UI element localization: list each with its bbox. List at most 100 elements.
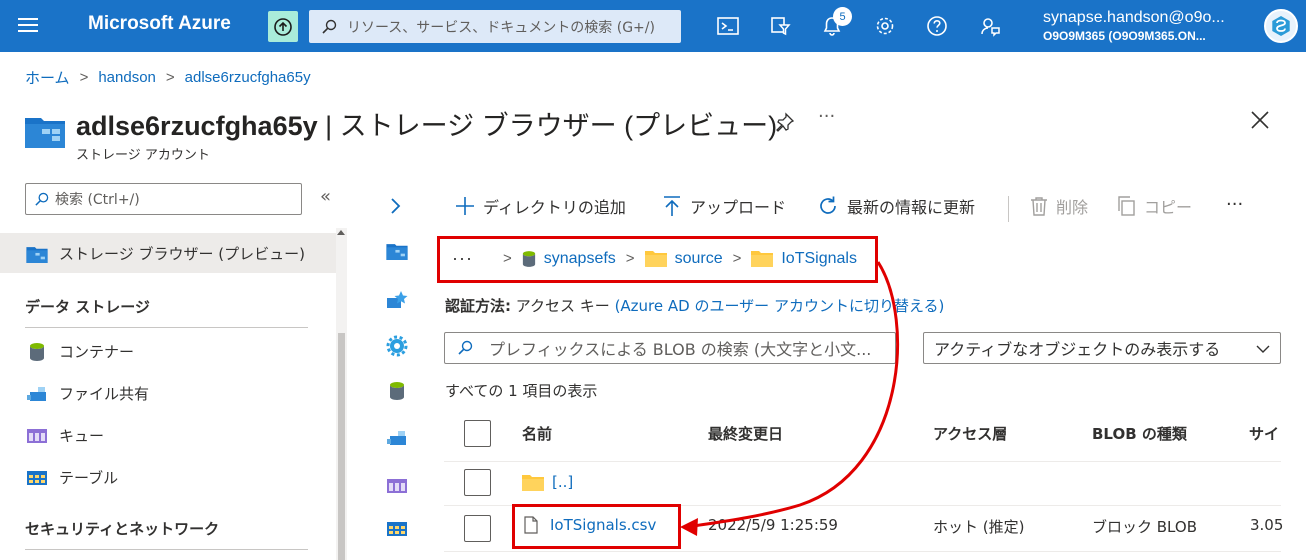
row-size: 3.05 — [1250, 516, 1284, 534]
row-modified: 2022/5/9 1:25:59 — [708, 516, 838, 534]
delete-label: 削除 — [1056, 198, 1089, 217]
scrollbar-thumb[interactable] — [338, 333, 345, 560]
page-title-account: adlse6rzucfgha65y — [76, 111, 318, 141]
add-directory-label: ディレクトリの追加 — [483, 198, 626, 217]
favorites-icon[interactable] — [385, 289, 409, 311]
column-header-modified[interactable]: 最終変更日 — [708, 423, 783, 444]
item-count: すべての 1 項目の表示 — [445, 382, 598, 400]
copy-icon — [1116, 195, 1136, 217]
nav-search-placeholder: 検索 (Ctrl+/) — [55, 192, 140, 208]
sidebar-item-file-shares[interactable]: ファイル共有 — [25, 383, 149, 404]
blob-prefix-search-input[interactable]: プレフィックスによる BLOB の検索 (大文字と小文... — [444, 332, 896, 364]
object-filter-value: アクティブなオブジェクトのみ表示する — [934, 340, 1221, 359]
settings-gear-icon[interactable] — [385, 335, 409, 357]
column-header-tier[interactable]: アクセス層 — [933, 423, 1007, 444]
nav-section-heading: セキュリティとネットワーク — [25, 520, 220, 538]
refresh-button[interactable]: 最新の情報に更新 — [817, 194, 975, 218]
nav-search-input[interactable]: 検索 (Ctrl+/) — [25, 183, 302, 215]
sidebar-item-containers[interactable]: コンテナー — [25, 341, 134, 362]
annotation-box-file — [512, 504, 681, 549]
chevron-down-icon — [1256, 341, 1270, 360]
trash-icon — [1030, 196, 1048, 216]
refresh-icon — [817, 195, 839, 217]
object-filter-dropdown[interactable]: アクティブなオブジェクトのみ表示する — [923, 332, 1281, 364]
gear-icon[interactable] — [873, 14, 897, 38]
account-menu[interactable]: synapse.handson@o9o... O9O9M365 (O9O9M36… — [1043, 9, 1225, 43]
storage-browser-icon — [25, 114, 65, 148]
row-checkbox[interactable] — [464, 469, 491, 496]
row-blob-type: ブロック BLOB — [1092, 518, 1197, 536]
container-icon — [25, 342, 49, 362]
divider — [444, 461, 1281, 462]
auth-label: 認証方法: — [445, 297, 511, 315]
arrow-up-circle-icon — [274, 17, 292, 36]
more-commands-button[interactable]: ··· — [1226, 194, 1243, 215]
queue-icon — [25, 426, 49, 446]
breadcrumb-account[interactable]: adlse6rzucfgha65y — [185, 69, 311, 86]
copy-label: コピー — [1144, 198, 1193, 217]
user-email: synapse.handson@o9o... — [1043, 9, 1225, 26]
column-header-name[interactable]: 名前 — [522, 423, 552, 444]
scroll-up-icon[interactable] — [337, 230, 345, 235]
upload-button[interactable]: アップロード — [662, 194, 786, 218]
column-header-blob-type[interactable]: BLOB の種類 — [1092, 423, 1187, 444]
row-tier: ホット (推定) — [933, 518, 1025, 536]
help-icon[interactable] — [925, 14, 949, 38]
storage-browser-icon[interactable] — [385, 240, 409, 262]
divider — [25, 327, 308, 328]
sidebar-item-label: ストレージ ブラウザー (プレビュー) — [59, 245, 305, 263]
search-icon — [458, 340, 473, 355]
container-icon[interactable] — [385, 380, 409, 402]
notification-badge: 5 — [833, 7, 852, 26]
close-icon[interactable] — [1250, 110, 1270, 134]
menu-icon[interactable] — [18, 14, 42, 38]
queue-icon[interactable] — [385, 475, 409, 497]
upgrade-button[interactable] — [268, 11, 298, 42]
copy-button[interactable]: コピー — [1116, 194, 1192, 218]
sidebar-item-storage-browser[interactable]: ストレージ ブラウザー (プレビュー) — [25, 243, 305, 264]
user-tenant: O9O9M365 (O9O9M365.ON... — [1043, 29, 1206, 43]
pin-icon[interactable] — [775, 112, 795, 136]
more-options-button[interactable]: ··· — [818, 106, 835, 127]
delete-button[interactable]: 削除 — [1030, 194, 1088, 218]
annotation-box-path — [437, 236, 878, 283]
column-header-size[interactable]: サイ — [1249, 423, 1279, 444]
sidebar-item-queues[interactable]: キュー — [25, 425, 104, 446]
folder-icon — [522, 474, 544, 491]
file-share-icon — [25, 384, 49, 404]
auth-value: アクセス キー — [511, 297, 615, 315]
blob-search-placeholder: プレフィックスによる BLOB の検索 (大文字と小文... — [489, 340, 872, 359]
breadcrumb-separator: > — [165, 69, 175, 86]
brand-title[interactable]: Microsoft Azure — [88, 13, 231, 35]
cloud-shell-icon[interactable] — [716, 14, 740, 38]
switch-auth-link[interactable]: (Azure AD のユーザー アカウントに切り替える) — [615, 297, 945, 315]
top-bar: Microsoft Azure リソース、サービス、ドキュメントの検索 (G+/… — [0, 0, 1306, 52]
nav-section-heading: データ ストレージ — [25, 298, 150, 316]
feedback-icon[interactable] — [978, 14, 1002, 38]
breadcrumb-home[interactable]: ホーム — [25, 67, 70, 88]
select-all-checkbox[interactable] — [464, 420, 491, 447]
nav-scrollbar[interactable] — [336, 228, 347, 560]
row-checkbox[interactable] — [464, 515, 491, 542]
upload-label: アップロード — [690, 198, 787, 217]
directory-filter-icon[interactable] — [768, 14, 792, 38]
avatar[interactable] — [1264, 9, 1298, 43]
divider — [25, 549, 308, 550]
global-search-input[interactable]: リソース、サービス、ドキュメントの検索 (G+/) — [309, 10, 681, 43]
page-subtitle: ストレージ アカウント — [76, 148, 210, 163]
sidebar-item-tables[interactable]: テーブル — [25, 467, 118, 488]
add-directory-button[interactable]: ディレクトリの追加 — [455, 194, 626, 218]
page-title: adlse6rzucfgha65y | ストレージ ブラウザー (プレビュー) — [76, 104, 777, 143]
divider — [1008, 196, 1009, 222]
sidebar-item-label: テーブル — [59, 469, 119, 487]
breadcrumb-separator: > — [79, 69, 89, 86]
table-row[interactable]: [..] — [522, 473, 573, 491]
breadcrumb: ホーム > handson > adlse6rzucfgha65y — [25, 67, 311, 88]
expand-tree-icon[interactable] — [389, 196, 403, 220]
breadcrumb-handson[interactable]: handson — [98, 69, 156, 86]
refresh-label: 最新の情報に更新 — [847, 198, 976, 217]
file-share-icon[interactable] — [385, 427, 409, 449]
collapse-nav-button[interactable]: « — [320, 186, 331, 207]
sidebar-item-label: ファイル共有 — [59, 385, 150, 403]
table-icon[interactable] — [385, 518, 409, 540]
